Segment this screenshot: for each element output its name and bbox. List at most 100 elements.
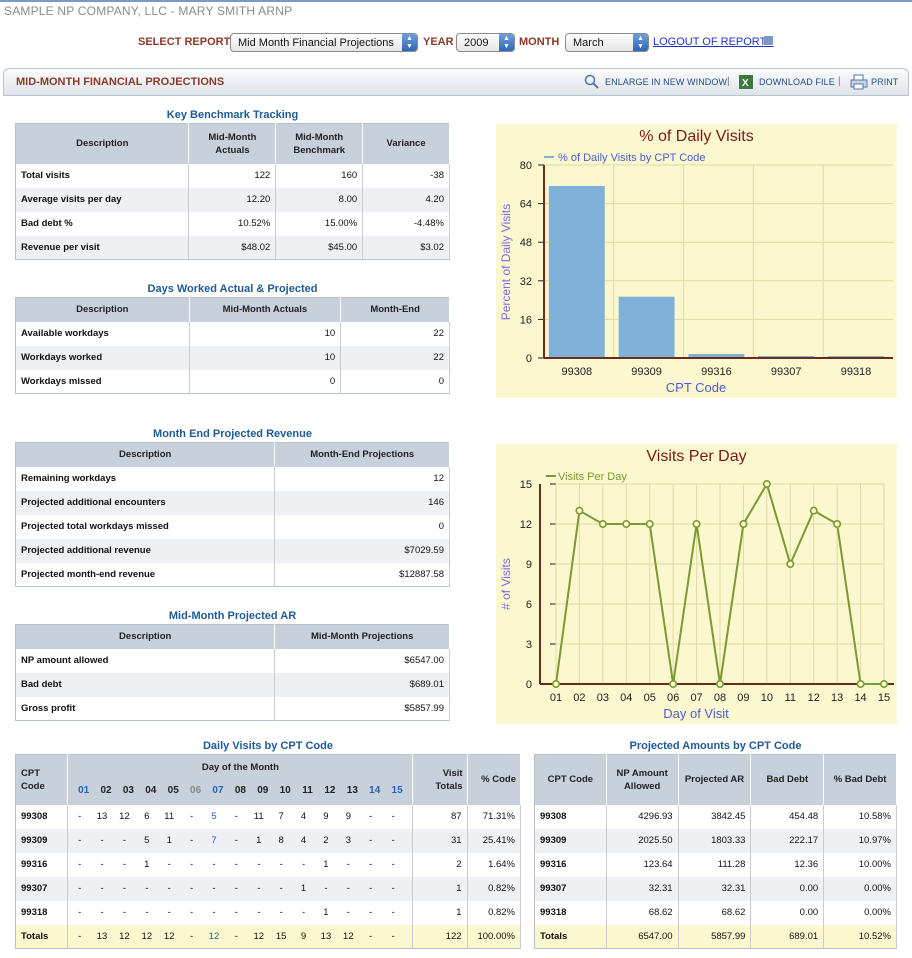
day-value: 12 [119,930,130,942]
day-value: 12 [141,930,153,942]
y-axis-label: # of Visits [499,558,513,610]
table-cell: 6547.00 [606,924,679,949]
day-label: 15 [391,785,403,796]
year-select[interactable]: 2009 ▲ ▼ [456,33,515,52]
day-value: - [122,859,127,870]
excel-icon[interactable]: X [738,74,754,90]
x-tick-label: 05 [644,692,656,704]
legend-label: Visits Per Day [558,471,627,483]
y-tick-label: 6 [526,599,532,611]
data-point [551,680,560,689]
x-tick-label: 14 [854,692,866,704]
day-value: - [190,859,194,870]
day-value: - [234,859,238,870]
enlarge-link[interactable]: ENLARGE IN NEW WINDOW [605,77,727,87]
daily-visits-table: CPT Code Day of the Month 01 02 03 04 05 06 07 0… [15,754,522,949]
amounts-table: CPT Code NP Amount Allowed Projected AR Bad… [534,754,897,949]
day-value: - [122,907,127,918]
table-row: 99316- - -1- - - - - - -1- - -2 1.64% [15,852,522,877]
day-value: - [100,835,104,846]
day-label: 05 [167,785,179,796]
day-value: 13 [96,811,108,822]
x-tick-label: 01 [550,692,562,704]
day-value: 9 [300,930,307,942]
table-cell: 0.00% [823,876,897,901]
day-value: - [257,883,261,894]
x-tick-label: 11 [785,692,796,704]
day-value: - [190,811,194,822]
amounts-title: Projected Amounts by CPT Code [629,740,802,752]
table-cell: 99307 [534,876,607,901]
page-title: MID-MONTH FINANCIAL PROJECTIONS [16,76,225,88]
y-tick-label: 16 [520,314,532,326]
day-value: 5 [144,835,150,846]
y-tick-label: 15 [520,479,532,491]
table-row: Projected month-end revenue $12887.58 [15,562,450,587]
x-tick-label: 99308 [562,366,593,378]
day-value: 6 [144,811,150,822]
logout-link[interactable]: LOGOUT OF REPORTS [653,36,774,48]
day-value: - [346,859,350,870]
table-cell: 12.36 [750,852,825,877]
data-point [762,479,771,488]
day-value: - [100,883,104,894]
day-value: - [78,859,82,870]
day-value: - [324,883,328,894]
table-row: Gross profit $5857.99 [15,696,450,721]
col-header: CPT Code [15,754,69,805]
day-value: - [234,811,238,822]
ar-table: Description Mid-Month Projections NP amou… [15,624,450,721]
day-value: - [346,907,350,918]
percent-code-cell: 71.31% [467,804,522,829]
day-value: - [391,835,395,846]
y-tick-label: 32 [520,276,532,288]
print-link[interactable]: PRINT [871,77,899,87]
month-select[interactable]: March ▲ ▼ [565,33,649,52]
bar-chart: % of Daily Visits 0 16 32 48 64 80 99308 99309 9… [496,124,897,398]
day-value: - [78,907,82,918]
x-tick-label: 15 [878,692,890,704]
day-value: - [369,835,373,846]
cpt-code-cell: Totals [15,924,69,949]
days-table: Description Mid-Month Actuals Month-End Av… [15,297,450,394]
day-value: - [279,859,283,870]
table-cell: 32.31 [606,876,679,901]
day-value: - [212,907,216,918]
visit-total-cell: 31 [412,828,468,853]
magnifier-icon[interactable] [584,74,600,90]
day-value: 5 [211,811,217,822]
day-value: - [234,883,238,894]
day-label: 03 [122,785,134,796]
table-cell: 10.52% [823,924,897,949]
table-row: 99309 2025.50 1803.33 222.17 10.97% [534,828,897,853]
data-point [669,680,678,689]
line-chart-svg: 0369121501 02 03 04 05 06 07 08 09 10 11 12 13 14 15Vi… [499,471,894,721]
table-row: 99316 123.64 111.28 12.36 10.00% [534,852,897,877]
revenue-table: Description Month-End Projections Remaini… [15,442,450,587]
data-point [575,506,584,515]
printer-icon[interactable] [850,74,868,90]
benchmark-title: Key Benchmark Tracking [166,109,299,121]
day-value: - [145,883,149,894]
table-cell: 2025.50 [606,828,679,853]
day-label: 11 [302,785,313,796]
day-value: 1 [144,859,150,870]
arrow-right-icon[interactable] [764,36,773,45]
col-header: Visit Totals [412,754,468,805]
day-label: 12 [324,785,336,796]
day-of-month-header: Day of the Month 01 02 03 04 05 06 07 08 09 10 11 12… [67,754,414,805]
table-row: 99308-13 12 6 11-5-11 7 4 9 9- -87 71.31% [15,804,522,829]
day-value: - [78,835,82,846]
report-select[interactable]: Mid Month Financial Projections ▲ ▼ [230,33,418,52]
table-cell: 99308 [534,804,607,829]
table-cell: 222.17 [750,828,825,853]
visit-total-cell: 1 [412,900,468,925]
col-header: % Bad Debt [823,754,897,805]
col-header: Description [15,297,190,322]
divider: | [838,76,841,87]
day-value: 9 [345,811,351,822]
day-value: 11 [253,811,264,822]
x-tick-label: 99316 [701,366,732,378]
data-point [833,520,842,529]
download-link[interactable]: DOWNLOAD FILE [759,77,835,87]
